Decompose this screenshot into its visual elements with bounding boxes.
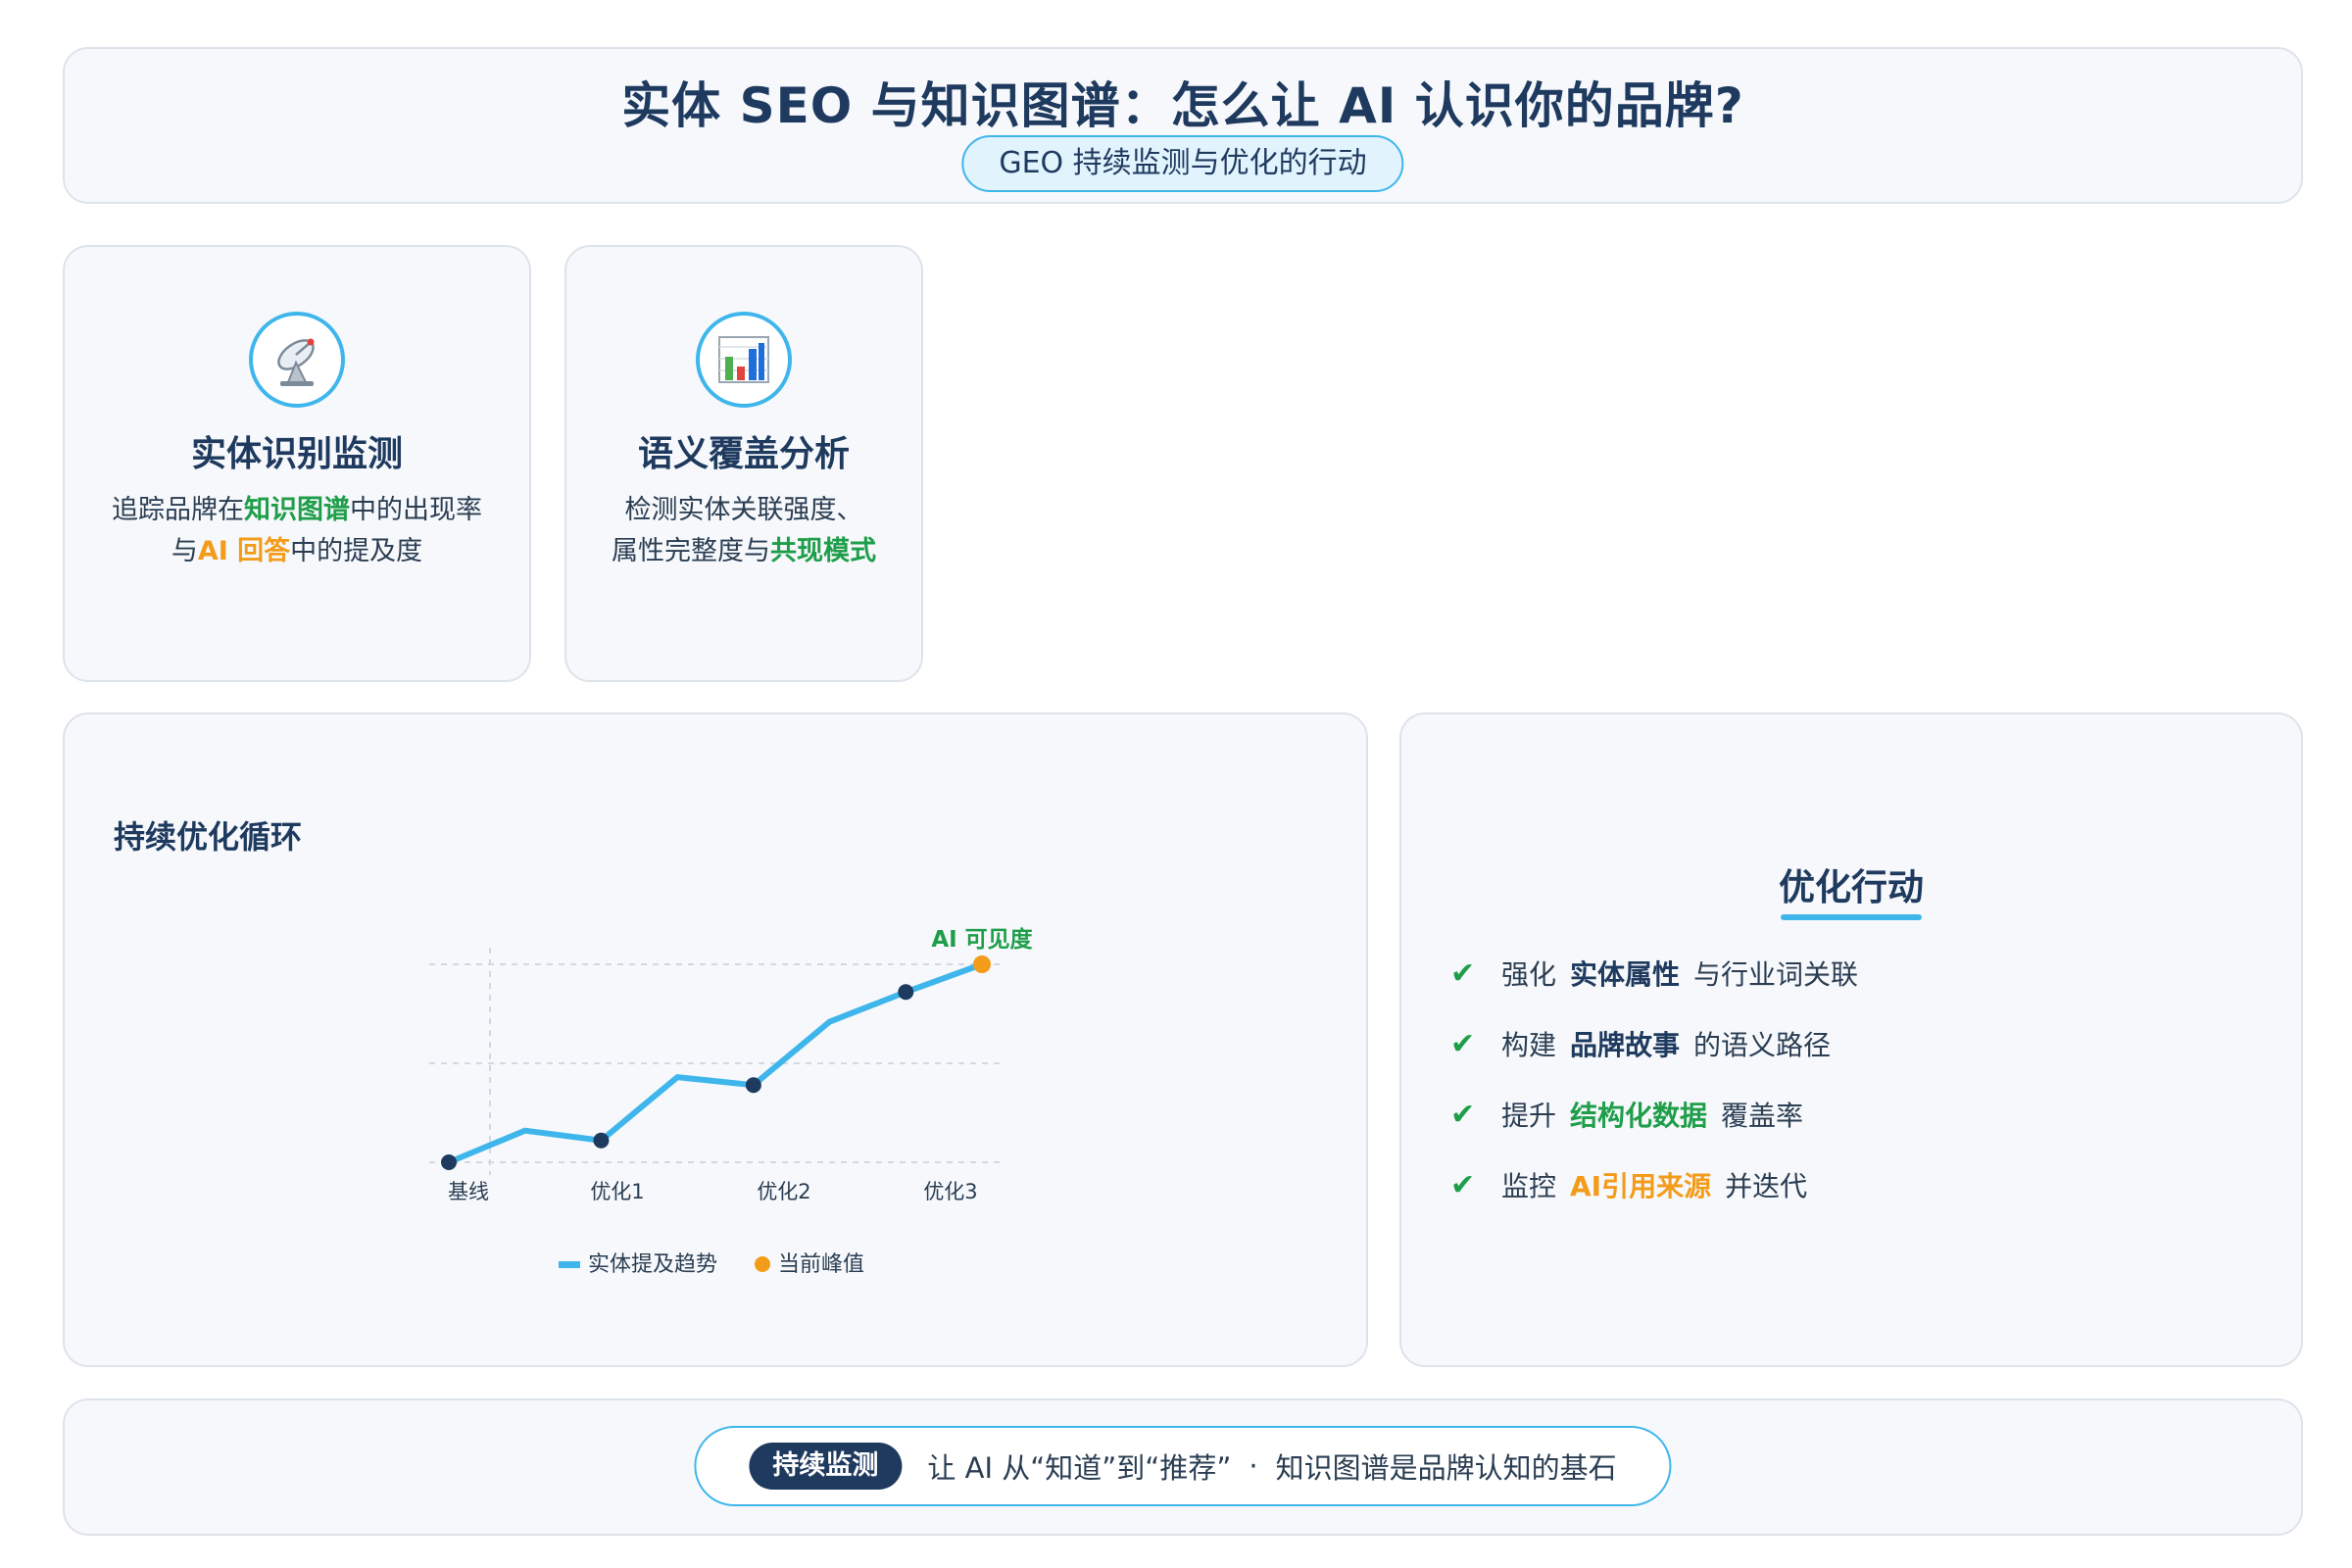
footer-slogan: 让 AI 从“知道”到“推荐” <box>927 1451 1232 1485</box>
desc-text: 中的提及度 <box>290 536 423 566</box>
action-keyword: 实体属性 <box>1570 958 1681 991</box>
desc-text: 追踪品牌在 <box>112 495 244 525</box>
card-title: 语义覆盖分析 <box>637 434 850 474</box>
footer-separator: · <box>1249 1449 1258 1483</box>
data-point <box>441 1154 457 1170</box>
action-suffix: 覆盖率 <box>1721 1100 1804 1132</box>
action-prefix: 强化 <box>1501 958 1557 991</box>
subtitle-pill: GEO 持续监测与优化的行动 <box>961 135 1404 192</box>
action-keyword: 结构化数据 <box>1570 1100 1708 1132</box>
check-icon: ✔ <box>1450 1097 1476 1132</box>
desc-text: 中的出现率 <box>350 495 482 525</box>
legend-swatch-line <box>559 1261 580 1268</box>
page-title: 实体 SEO 与知识图谱：怎么让 AI 认识你的品牌? <box>621 77 1744 134</box>
desc-text: 检测实体关联强度、 <box>624 495 863 525</box>
status-badge: 持续监测 <box>749 1443 903 1490</box>
legend-swatch-dot <box>755 1256 770 1272</box>
x-tick-label: 基线 <box>448 1180 489 1203</box>
legend-label-peak: 当前峰值 <box>778 1252 864 1277</box>
line-chart: AI 可见度基线 优化1 优化2 优化3 实体提及趋势 当前峰值 <box>429 926 1034 1277</box>
action-prefix: 提升 <box>1501 1100 1557 1132</box>
highlight-knowledge-graph: 知识图谱 <box>244 495 350 525</box>
desc-text: 属性完整度与 <box>612 536 770 566</box>
card-entity-monitoring: 实体识别监测 追踪品牌在知识图谱中的出现率 与AI 回答中的提及度 <box>63 245 531 682</box>
x-tick-label: 优化3 <box>923 1180 977 1203</box>
header-panel: 实体 SEO 与知识图谱：怎么让 AI 认识你的品牌? GEO 持续监测与优化的… <box>63 47 2303 204</box>
action-item: ✔ 强化 实体属性 与行业词关联 <box>1450 954 1858 993</box>
check-icon: ✔ <box>1450 1026 1476 1061</box>
peak-label: AI 可见度 <box>931 926 1033 953</box>
footer-panel: 持续监测 让 AI 从“知道”到“推荐” · 知识图谱是品牌认知的基石 <box>63 1398 2303 1536</box>
satellite-dish-icon <box>249 312 345 408</box>
desc-text: 与 <box>171 536 198 566</box>
card-title: 实体识别监测 <box>190 434 403 474</box>
action-item: ✔ 监控 AI引用来源 并迭代 <box>1450 1165 1807 1204</box>
data-point <box>745 1077 761 1094</box>
x-tick-label: 优化2 <box>757 1180 810 1203</box>
check-icon: ✔ <box>1450 1167 1476 1202</box>
check-icon: ✔ <box>1450 956 1476 991</box>
action-keyword: 品牌故事 <box>1570 1029 1681 1061</box>
chart-panel: 持续优化循环 AI 可见度 基线 优化1 优化2 优化3 实体提及趋势 当前峰值 <box>63 712 1368 1367</box>
action-item: ✔ 构建 品牌故事 的语义路径 <box>1450 1024 1831 1063</box>
peak-point <box>973 956 991 973</box>
footer-note: 知识图谱是品牌认知的基石 <box>1275 1451 1617 1485</box>
action-prefix: 构建 <box>1501 1029 1557 1061</box>
action-item: ✔ 提升 结构化数据 覆盖率 <box>1450 1095 1803 1134</box>
actions-title: 优化行动 <box>1779 866 1924 908</box>
actions-panel: 优化行动 ✔ 强化 实体属性 与行业词关联 ✔ 构建 品牌故事 的语义路径 ✔ … <box>1399 712 2303 1367</box>
card-description: 追踪品牌在知识图谱中的出现率 与AI 回答中的提及度 <box>65 490 529 572</box>
card-description: 检测实体关联强度、 属性完整度与共现模式 <box>566 490 921 572</box>
data-point <box>593 1132 610 1149</box>
highlight-cooccurrence: 共现模式 <box>770 536 876 566</box>
x-tick-label: 优化1 <box>590 1180 644 1203</box>
bar-chart-icon <box>696 312 792 408</box>
action-prefix: 监控 <box>1501 1170 1557 1202</box>
action-keyword: AI引用来源 <box>1570 1170 1712 1202</box>
footer-pill: 持续监测 让 AI 从“知道”到“推荐” · 知识图谱是品牌认知的基石 <box>694 1426 1672 1506</box>
action-suffix: 与行业词关联 <box>1693 958 1859 991</box>
data-point <box>898 984 914 1001</box>
highlight-ai-answer: AI 回答 <box>197 536 291 566</box>
legend-label-series: 实体提及趋势 <box>588 1252 717 1277</box>
title-underline <box>1781 914 1922 920</box>
card-semantic-coverage: 语义覆盖分析 检测实体关联强度、 属性完整度与共现模式 <box>564 245 923 682</box>
action-suffix: 的语义路径 <box>1693 1029 1832 1061</box>
action-suffix: 并迭代 <box>1725 1170 1808 1202</box>
